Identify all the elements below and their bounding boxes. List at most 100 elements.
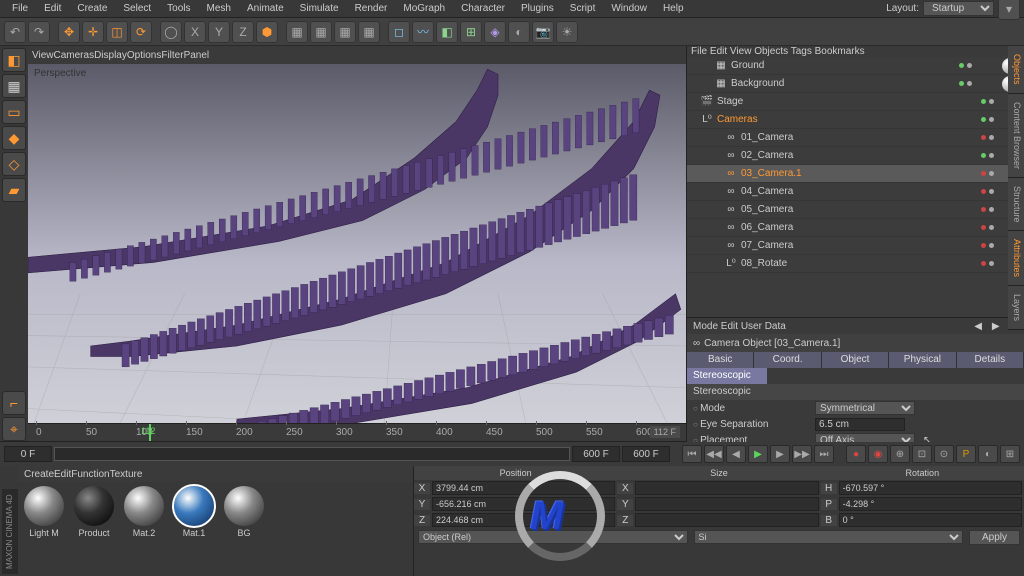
- viewport[interactable]: Perspective: [28, 64, 686, 423]
- tree-row-ground[interactable]: ▦Ground: [687, 57, 1024, 75]
- select-tool-icon[interactable]: ✛: [82, 21, 104, 43]
- nurbs-icon[interactable]: ◧: [436, 21, 458, 43]
- axis-z-icon[interactable]: Z: [232, 21, 254, 43]
- material-mat-2[interactable]: Mat.2: [122, 486, 166, 538]
- render-queue-icon[interactable]: ▦: [358, 21, 380, 43]
- mat-menu-function[interactable]: Function: [71, 469, 109, 480]
- rot-h-input[interactable]: [839, 481, 1022, 495]
- tab-physical[interactable]: Physical: [889, 352, 956, 368]
- timeline-ruler[interactable]: 050100150200250300350400450500550600 112…: [28, 423, 686, 441]
- key-param-icon[interactable]: P: [956, 445, 976, 463]
- timeline-scrubber[interactable]: [54, 447, 570, 461]
- layout-select[interactable]: Startup: [923, 1, 994, 16]
- pos-z-input[interactable]: [432, 513, 615, 527]
- obj-menu-tags[interactable]: Tags: [791, 46, 812, 57]
- edge-mode-icon[interactable]: ◇: [2, 152, 26, 176]
- mode-select[interactable]: Symmetrical: [815, 401, 915, 415]
- attr-menu-mode[interactable]: Mode: [693, 321, 718, 332]
- tab-object[interactable]: Object: [822, 352, 889, 368]
- tree-row-03_camera-1[interactable]: ∞03_Camera.1: [687, 165, 1024, 183]
- material-product[interactable]: Product: [72, 486, 116, 538]
- point-mode-icon[interactable]: ◆: [2, 126, 26, 150]
- apply-button[interactable]: Apply: [969, 530, 1020, 545]
- menu-mograph[interactable]: MoGraph: [395, 1, 453, 16]
- scale-tool-icon[interactable]: ◫: [106, 21, 128, 43]
- nav-fwd-icon[interactable]: ▶: [992, 321, 1000, 332]
- render-pv-icon[interactable]: ▦: [310, 21, 332, 43]
- axis-x-icon[interactable]: X: [184, 21, 206, 43]
- menu-animate[interactable]: Animate: [239, 1, 292, 16]
- side-tab-attributes[interactable]: Attributes: [1008, 231, 1024, 286]
- attr-menu-user-data[interactable]: User Data: [741, 321, 786, 332]
- obj-menu-objects[interactable]: Objects: [754, 46, 788, 57]
- tree-row-06_camera[interactable]: ∞06_Camera: [687, 219, 1024, 237]
- record-key-icon[interactable]: ●: [846, 445, 866, 463]
- rot-p-input[interactable]: [839, 497, 1022, 511]
- layout-config-icon[interactable]: ▾: [998, 0, 1020, 20]
- material-bg[interactable]: BG: [222, 486, 266, 538]
- camera-icon[interactable]: 📷: [532, 21, 554, 43]
- coord-scale-select[interactable]: Si: [694, 530, 964, 544]
- cur-frame-input[interactable]: [622, 446, 670, 462]
- menu-select[interactable]: Select: [115, 1, 159, 16]
- tree-row-stage[interactable]: 🎬Stage: [687, 93, 1024, 111]
- goto-start-icon[interactable]: ⏮: [682, 445, 702, 463]
- vp-menu-cameras[interactable]: Cameras: [54, 50, 95, 61]
- obj-menu-edit[interactable]: Edit: [710, 46, 727, 57]
- menu-help[interactable]: Help: [655, 1, 692, 16]
- side-tab-layers[interactable]: Layers: [1008, 286, 1024, 330]
- tree-row-02_camera[interactable]: ∞02_Camera: [687, 147, 1024, 165]
- environment-icon[interactable]: ◐: [508, 21, 530, 43]
- side-tab-content-browser[interactable]: Content Browser: [1008, 94, 1024, 178]
- tree-row-04_camera[interactable]: ∞04_Camera: [687, 183, 1024, 201]
- autokey-icon[interactable]: ◉: [868, 445, 888, 463]
- tab-details[interactable]: Details: [957, 352, 1024, 368]
- tree-row-07_camera[interactable]: ∞07_Camera: [687, 237, 1024, 255]
- axis-tool-icon[interactable]: ⌐: [2, 391, 26, 415]
- menu-script[interactable]: Script: [562, 1, 604, 16]
- tab-stereoscopic[interactable]: Stereoscopic: [687, 368, 767, 384]
- menu-create[interactable]: Create: [69, 1, 115, 16]
- coord-ref-select[interactable]: Object (Rel): [418, 530, 688, 544]
- menu-tools[interactable]: Tools: [159, 1, 198, 16]
- render-settings-icon[interactable]: ▦: [334, 21, 356, 43]
- polygon-mode-icon[interactable]: ▰: [2, 178, 26, 202]
- texture-mode-icon[interactable]: ▦: [2, 74, 26, 98]
- undo-icon[interactable]: ↶: [4, 21, 26, 43]
- size-x-input[interactable]: [635, 481, 818, 495]
- move-tool-icon[interactable]: ✥: [58, 21, 80, 43]
- next-frame-icon[interactable]: ▶: [770, 445, 790, 463]
- key-opts-icon[interactable]: ⊞: [1000, 445, 1020, 463]
- tab-basic[interactable]: Basic: [687, 352, 754, 368]
- vp-menu-display[interactable]: Display: [94, 50, 127, 61]
- menu-mesh[interactable]: Mesh: [199, 1, 239, 16]
- coord-sys-icon[interactable]: ⬢: [256, 21, 278, 43]
- goto-end-icon[interactable]: ⏭: [814, 445, 834, 463]
- menu-character[interactable]: Character: [453, 1, 513, 16]
- object-tree[interactable]: ▦Ground▦Background🎬StageL⁰Cameras∞01_Cam…: [687, 57, 1024, 317]
- snap-icon[interactable]: ⌖: [2, 417, 26, 441]
- mat-menu-create[interactable]: Create: [24, 469, 54, 480]
- attr-menu-edit[interactable]: Edit: [721, 321, 738, 332]
- side-tab-objects[interactable]: Objects: [1008, 46, 1024, 94]
- menu-render[interactable]: Render: [347, 1, 396, 16]
- cube-primitive-icon[interactable]: ◻: [388, 21, 410, 43]
- play-forward-icon[interactable]: ▶: [748, 445, 768, 463]
- menu-simulate[interactable]: Simulate: [292, 1, 347, 16]
- tree-row-05_camera[interactable]: ∞05_Camera: [687, 201, 1024, 219]
- rot-b-input[interactable]: [839, 513, 1022, 527]
- menu-plugins[interactable]: Plugins: [513, 1, 562, 16]
- material-mat-1[interactable]: Mat.1: [172, 486, 216, 538]
- vp-menu-panel[interactable]: Panel: [184, 50, 210, 61]
- vp-menu-options[interactable]: Options: [127, 50, 161, 61]
- obj-menu-view[interactable]: View: [730, 46, 752, 57]
- key-scale-icon[interactable]: ⊡: [912, 445, 932, 463]
- eye-separation-input[interactable]: [815, 418, 905, 431]
- menu-window[interactable]: Window: [603, 1, 655, 16]
- pos-x-input[interactable]: [432, 481, 615, 495]
- nav-back-icon[interactable]: ◀: [974, 321, 982, 332]
- light-icon[interactable]: ☀: [556, 21, 578, 43]
- live-select-icon[interactable]: ◯: [160, 21, 182, 43]
- menu-file[interactable]: File: [4, 1, 36, 16]
- material-light-m[interactable]: Light M: [22, 486, 66, 538]
